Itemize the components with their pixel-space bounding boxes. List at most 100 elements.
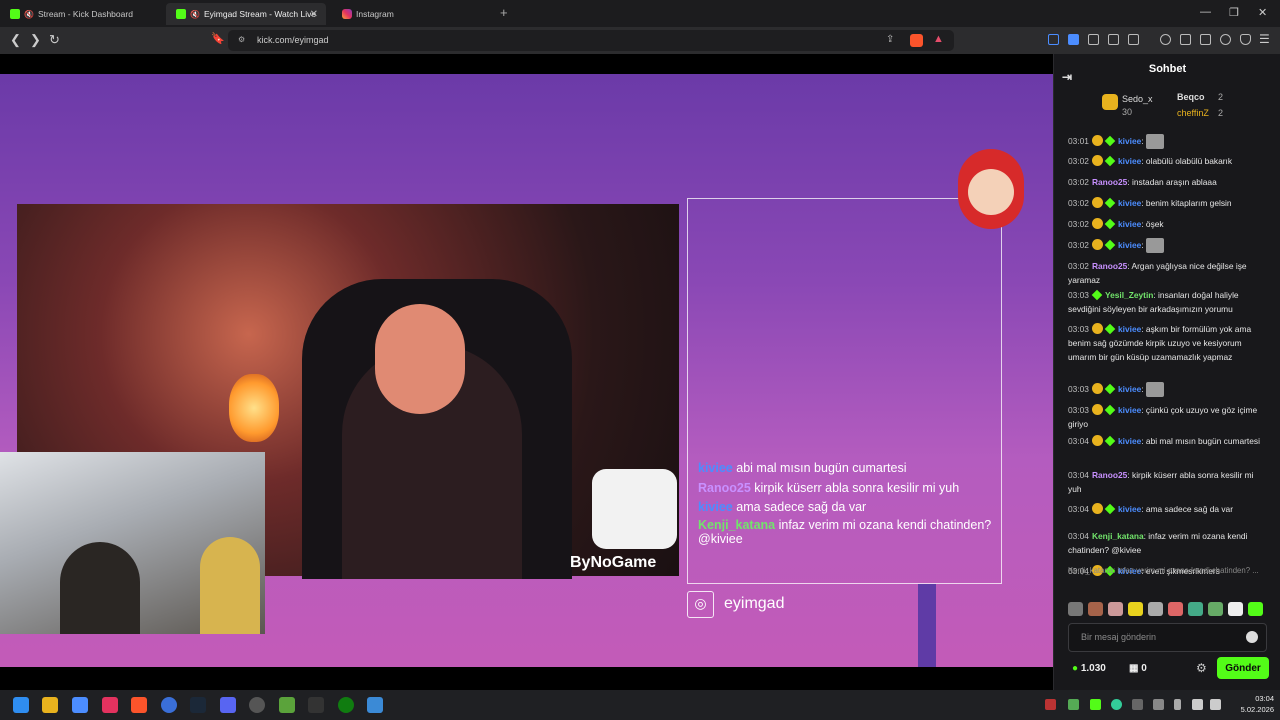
message-username[interactable]: Ranoo25 <box>1092 470 1127 480</box>
sidebar-icon[interactable] <box>1180 34 1191 45</box>
chat-message[interactable]: 03:03 kiviee: aşkım bir formülüm yok ama … <box>1068 322 1268 364</box>
forward-icon[interactable]: ❯ <box>30 32 41 48</box>
brave-rewards-icon[interactable]: ▲ <box>933 33 944 45</box>
mute-icon[interactable]: 🔇 <box>190 10 200 19</box>
obs-icon[interactable] <box>249 697 265 713</box>
tray-icon[interactable] <box>1111 699 1122 710</box>
emote-icon[interactable] <box>1188 602 1203 616</box>
translate-icon[interactable] <box>1068 34 1079 45</box>
chat-message[interactable]: 03:03 kiviee: çünkü çok uzuyo ve göz içim… <box>1068 403 1268 431</box>
video-player[interactable]: ByNoGame ◎ eyimgad kiviee abi mal mısın … <box>0 54 1053 690</box>
chat-message[interactable]: 03:03 kiviee: <box>1068 382 1268 398</box>
extension-icon[interactable] <box>1128 34 1139 45</box>
emote-icon[interactable] <box>1108 602 1123 616</box>
chat-message[interactable]: 03:04 Ranoo25: kirpik küserr abla sonra k… <box>1068 468 1268 496</box>
emote-icon[interactable] <box>1248 602 1263 616</box>
message-username[interactable]: kiviee <box>1118 219 1141 229</box>
chat-settings-icon[interactable]: ⚙ <box>1196 661 1207 675</box>
message-username[interactable]: kiviee <box>1118 198 1141 208</box>
xbox-icon[interactable] <box>338 697 354 713</box>
tray-icon[interactable] <box>1045 699 1056 710</box>
extension-icon[interactable] <box>1048 34 1059 45</box>
emote-icon[interactable] <box>1208 602 1223 616</box>
chat-message[interactable]: 03:03 Yesil_Zeytin: insanları doğal haliy… <box>1068 288 1268 316</box>
share-icon[interactable]: ⇪ <box>886 34 894 45</box>
tab-instagram[interactable]: Instagram <box>332 3 492 25</box>
url-text[interactable]: kick.com/eyimgad <box>257 35 329 45</box>
message-username[interactable]: Ranoo25 <box>1092 177 1127 187</box>
discord-icon[interactable] <box>220 697 236 713</box>
tab-eyimgad-stream[interactable]: 🔇 Eyimgad Stream - Watch Live ✕ <box>166 3 326 25</box>
puzzle-icon[interactable] <box>1108 34 1119 45</box>
chat-input-box[interactable] <box>1068 623 1267 652</box>
bank-counter[interactable]: ▦ 0 <box>1129 663 1147 674</box>
address-bar[interactable]: ⚙ kick.com/eyimgad ⇪ ▲ <box>228 30 954 51</box>
music-icon[interactable] <box>1160 34 1171 45</box>
message-username[interactable]: Kenji_katana <box>1092 531 1144 541</box>
message-username[interactable]: kiviee <box>1118 405 1141 415</box>
network-icon[interactable] <box>1192 699 1203 710</box>
emote-icon[interactable] <box>1148 602 1163 616</box>
steam-tray-icon[interactable] <box>1132 699 1143 710</box>
emote-icon[interactable] <box>1128 602 1143 616</box>
reload-icon[interactable]: ↻ <box>49 32 60 48</box>
instagram-app-icon[interactable] <box>102 697 118 713</box>
message-username[interactable]: kiviee <box>1118 136 1141 146</box>
emote-icon[interactable] <box>1228 602 1243 616</box>
chat-message[interactable]: 03:02 kiviee: <box>1068 238 1268 254</box>
chat-message[interactable]: 03:04 Kenji_katana: infaz verim mi ozana … <box>1068 529 1268 557</box>
battery-icon[interactable] <box>1153 699 1164 710</box>
epic-games-icon[interactable] <box>308 697 324 713</box>
leo-ai-icon[interactable] <box>1220 34 1231 45</box>
wallet-icon[interactable] <box>1200 34 1211 45</box>
volume-icon[interactable] <box>1210 699 1221 710</box>
message-username[interactable]: kiviee <box>1118 324 1141 334</box>
emote-icon[interactable] <box>1168 602 1183 616</box>
minimize-icon[interactable]: — <box>1200 6 1211 18</box>
site-info-icon[interactable]: ⚙ <box>238 35 245 44</box>
send-button[interactable]: Gönder <box>1217 657 1269 679</box>
app-icon[interactable] <box>72 697 88 713</box>
mute-icon[interactable]: 🔇 <box>24 10 34 19</box>
chat-message[interactable]: 03:02 kiviee: benim kitaplarım gelsin <box>1068 196 1268 210</box>
chat-message[interactable]: 03:04 kiviee: ama sadece sağ da var <box>1068 502 1268 516</box>
close-window-icon[interactable]: ✕ <box>1258 6 1267 19</box>
emote-icon[interactable] <box>1068 602 1083 616</box>
emoji-picker-icon[interactable] <box>1246 631 1258 643</box>
chat-message[interactable]: 03:04 kiviee: abi mal mısın bugün cumarte… <box>1068 434 1268 448</box>
file-explorer-icon[interactable] <box>42 697 58 713</box>
message-username[interactable]: kiviee <box>1118 436 1141 446</box>
message-username[interactable]: kiviee <box>1118 504 1141 514</box>
tray-icon[interactable] <box>1090 699 1101 710</box>
brave-browser-icon[interactable] <box>131 697 147 713</box>
new-tab-button[interactable]: + <box>500 5 508 20</box>
chat-message[interactable]: 03:02 kiviee: olabülü olabülü bakarık <box>1068 154 1268 168</box>
clock[interactable]: 03:04 5.02.2026 <box>1228 693 1274 715</box>
tab-kick-dashboard[interactable]: 🔇 Stream - Kick Dashboard <box>0 3 160 25</box>
app-icon[interactable] <box>367 697 383 713</box>
message-username[interactable]: kiviee <box>1118 156 1141 166</box>
brave-shields-icon[interactable] <box>910 34 923 47</box>
chat-message[interactable]: 03:02 Ranoo25: Argan yağlıysa nice değils… <box>1068 259 1268 287</box>
back-icon[interactable]: ❮ <box>10 32 21 48</box>
extension-icon[interactable] <box>1088 34 1099 45</box>
emote-icon[interactable] <box>1088 602 1103 616</box>
vpn-shield-icon[interactable] <box>1240 34 1251 45</box>
start-icon[interactable] <box>13 697 29 713</box>
tray-icon[interactable] <box>1068 699 1079 710</box>
menu-icon[interactable]: ☰ <box>1259 32 1270 46</box>
bookmark-icon[interactable]: 🔖 <box>211 32 225 45</box>
microphone-icon[interactable] <box>1174 699 1181 710</box>
message-username[interactable]: Ranoo25 <box>1092 261 1127 271</box>
app-icon[interactable] <box>161 697 177 713</box>
chat-message[interactable]: 03:01 kiviee: <box>1068 134 1268 150</box>
maximize-icon[interactable]: ❐ <box>1229 6 1239 19</box>
message-username[interactable]: Yesil_Zeytin <box>1105 290 1153 300</box>
chat-message[interactable]: 03:02 Ranoo25: instadan araşın ablaaa <box>1068 175 1268 189</box>
minecraft-icon[interactable] <box>279 697 295 713</box>
message-username[interactable]: kiviee <box>1118 384 1141 394</box>
message-username[interactable]: kiviee <box>1118 240 1141 250</box>
close-tab-icon[interactable]: ✕ <box>310 9 318 20</box>
chat-message[interactable]: 03:02 kiviee: öşek <box>1068 217 1268 231</box>
chat-input[interactable] <box>1081 632 1241 642</box>
